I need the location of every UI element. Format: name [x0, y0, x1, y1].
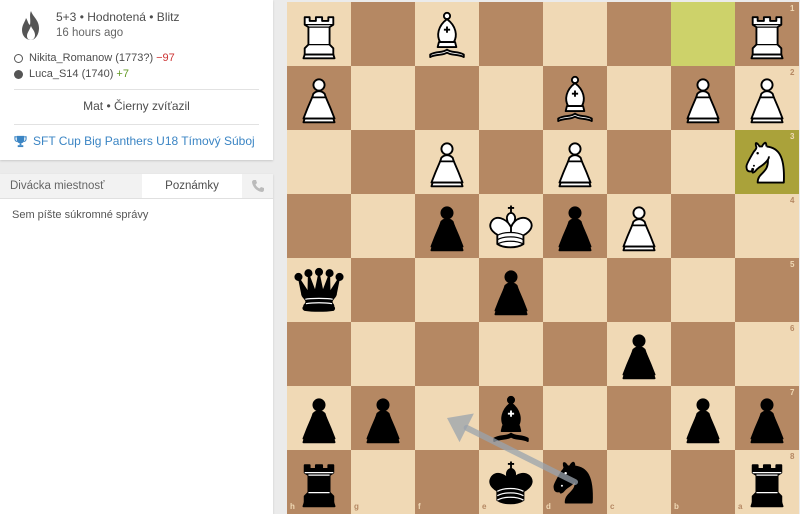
- black-pawn-icon[interactable]: [351, 386, 415, 450]
- board-square[interactable]: [287, 130, 351, 194]
- white-bishop-icon[interactable]: [543, 66, 607, 130]
- board-square[interactable]: [607, 258, 671, 322]
- white-rook-icon[interactable]: [735, 2, 799, 66]
- board-square[interactable]: [543, 386, 607, 450]
- file-label: f: [418, 502, 421, 511]
- game-time-ago: 16 hours ago: [56, 27, 124, 39]
- notes-textarea[interactable]: Sem píšte súkromné správy: [0, 199, 273, 231]
- board-square[interactable]: [543, 258, 607, 322]
- white-pawn-icon[interactable]: [671, 66, 735, 130]
- board-square[interactable]: [415, 66, 479, 130]
- board-square[interactable]: [607, 66, 671, 130]
- white-pawn-icon[interactable]: [543, 130, 607, 194]
- board-square[interactable]: [671, 130, 735, 194]
- black-rook-icon[interactable]: [735, 450, 799, 514]
- player-black[interactable]: Luca_S14 (1740) +7: [14, 66, 175, 82]
- tournament-name[interactable]: SFT Cup Big Panthers U18 Tímový Súboj: [33, 134, 255, 148]
- player-white-rating-diff: −97: [156, 52, 175, 64]
- board-square[interactable]: [543, 322, 607, 386]
- black-knight-icon[interactable]: [543, 450, 607, 514]
- board-square[interactable]: [351, 194, 415, 258]
- board-square[interactable]: [543, 2, 607, 66]
- board-square[interactable]: [351, 2, 415, 66]
- file-label: b: [674, 502, 679, 511]
- phone-icon: [251, 180, 264, 192]
- white-bishop-icon[interactable]: [415, 2, 479, 66]
- board-square[interactable]: [607, 450, 671, 514]
- board-square[interactable]: [671, 2, 735, 66]
- white-king-icon[interactable]: [479, 194, 543, 258]
- board-square[interactable]: [415, 258, 479, 322]
- game-result: Mat • Čierny zvíťazil: [83, 99, 190, 113]
- white-pawn-icon[interactable]: [607, 194, 671, 258]
- board-square[interactable]: [351, 258, 415, 322]
- black-pawn-icon[interactable]: [287, 386, 351, 450]
- tab-phone[interactable]: [242, 174, 273, 198]
- players-list: Nikita_Romanow (1773?) −97 Luca_S14 (174…: [14, 50, 175, 82]
- player-black-rating-diff: +7: [116, 68, 129, 80]
- white-dot-icon: [14, 53, 23, 63]
- white-pawn-icon[interactable]: [415, 130, 479, 194]
- blitz-flame-icon: [22, 11, 39, 40]
- board-square[interactable]: [479, 2, 543, 66]
- player-black-name[interactable]: Luca_S14 (1740): [29, 66, 113, 82]
- black-pawn-icon[interactable]: [543, 194, 607, 258]
- black-pawn-icon[interactable]: [415, 194, 479, 258]
- player-white[interactable]: Nikita_Romanow (1773?) −97: [14, 50, 175, 66]
- rank-label: 4: [790, 196, 795, 205]
- white-knight-icon[interactable]: [735, 130, 799, 194]
- rank-label: 6: [790, 324, 795, 333]
- board-square[interactable]: [671, 322, 735, 386]
- tournament-link[interactable]: SFT Cup Big Panthers U18 Tímový Súboj: [14, 134, 255, 148]
- board-square[interactable]: [351, 66, 415, 130]
- board-square[interactable]: [607, 2, 671, 66]
- game-header: 5+3 • Hodnotená • Blitz 16 hours ago: [14, 9, 179, 43]
- file-label: c: [610, 502, 615, 511]
- rank-label: 5: [790, 260, 795, 269]
- tab-spectator-room[interactable]: Divácka miestnosť: [0, 174, 142, 198]
- board-square[interactable]: [479, 322, 543, 386]
- game-title: 5+3 • Hodnotená • Blitz: [56, 10, 180, 24]
- black-pawn-icon[interactable]: [479, 258, 543, 322]
- white-rook-icon[interactable]: [287, 2, 351, 66]
- black-pawn-icon[interactable]: [735, 386, 799, 450]
- trophy-icon: [14, 135, 27, 147]
- board-square[interactable]: [351, 450, 415, 514]
- board-square[interactable]: [415, 386, 479, 450]
- board-square[interactable]: [671, 258, 735, 322]
- board-square[interactable]: [607, 386, 671, 450]
- black-bishop-icon[interactable]: [479, 386, 543, 450]
- board-square[interactable]: [479, 66, 543, 130]
- white-pawn-icon[interactable]: [735, 66, 799, 130]
- board-square[interactable]: [415, 322, 479, 386]
- tab-notes[interactable]: Poznámky: [142, 174, 242, 198]
- black-rook-icon[interactable]: [287, 450, 351, 514]
- player-white-name[interactable]: Nikita_Romanow (1773?): [29, 50, 153, 66]
- game-info-panel: 5+3 • Hodnotená • Blitz 16 hours ago Nik…: [0, 0, 273, 160]
- divider: [14, 89, 259, 90]
- divider: [14, 124, 259, 125]
- chess-board[interactable]: 1234567hgfedcb8a: [287, 2, 799, 514]
- chat-tabs: Divácka miestnosť Poznámky: [0, 174, 273, 199]
- board-square[interactable]: [287, 322, 351, 386]
- black-pawn-icon[interactable]: [607, 322, 671, 386]
- board-square[interactable]: [287, 194, 351, 258]
- file-label: g: [354, 502, 359, 511]
- board-square[interactable]: [671, 194, 735, 258]
- chat-panel: Divácka miestnosť Poznámky Sem píšte súk…: [0, 174, 273, 514]
- board-square[interactable]: [671, 450, 735, 514]
- board-square[interactable]: [351, 322, 415, 386]
- black-queen-icon[interactable]: [287, 258, 351, 322]
- board-square[interactable]: [479, 130, 543, 194]
- black-dot-icon: [14, 69, 23, 79]
- board-square[interactable]: [351, 130, 415, 194]
- white-pawn-icon[interactable]: [287, 66, 351, 130]
- black-king-icon[interactable]: [479, 450, 543, 514]
- black-pawn-icon[interactable]: [671, 386, 735, 450]
- board-square[interactable]: [607, 130, 671, 194]
- board-square[interactable]: [415, 450, 479, 514]
